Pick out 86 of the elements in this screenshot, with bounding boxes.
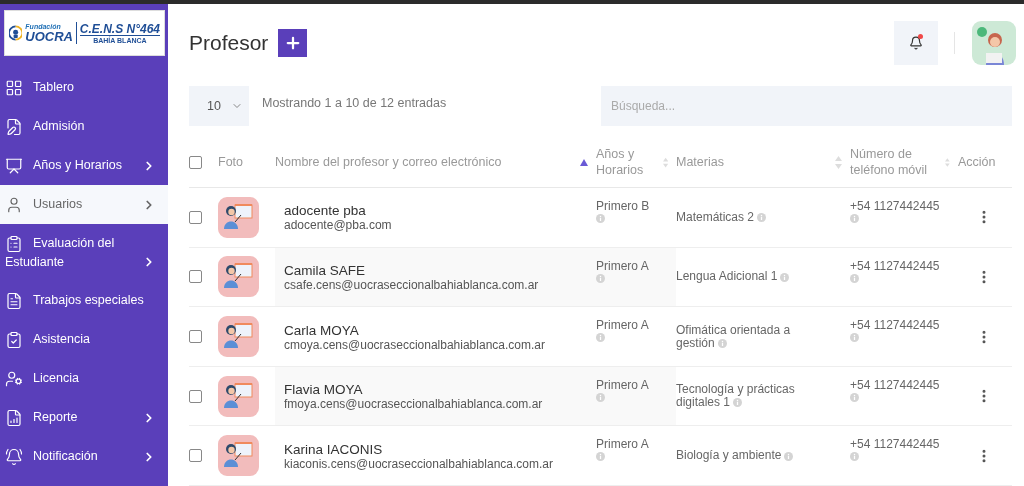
teacher-avatar xyxy=(218,256,259,298)
sidebar-item[interactable]: Licencia xyxy=(0,358,168,398)
table-cell: Primero B xyxy=(596,200,650,214)
teacher-avatar xyxy=(218,435,259,477)
info-icon[interactable] xyxy=(596,273,605,283)
user-avatar[interactable] xyxy=(972,21,1016,66)
table-cell: Primero A xyxy=(596,378,649,392)
sort-icon[interactable] xyxy=(662,155,668,169)
table-cell: +54 1127442445 xyxy=(850,259,940,273)
table-cell: +54 1127442445 xyxy=(850,438,940,452)
teacher-name: Camila SAFE xyxy=(284,261,367,279)
info-icon[interactable] xyxy=(850,273,859,283)
info-icon[interactable] xyxy=(596,392,605,402)
info-icon[interactable] xyxy=(596,214,605,224)
info-icon[interactable] xyxy=(717,338,727,348)
teacher-email: kiaconis.cens@uocraseccionalbahiablanca.com.ar xyxy=(284,457,553,471)
menu-icon xyxy=(5,234,23,253)
info-icon[interactable] xyxy=(596,333,605,343)
page-title: Profesor xyxy=(189,31,269,56)
menu-icon xyxy=(5,157,23,175)
menu-icon xyxy=(5,196,23,214)
sidebar-item[interactable]: Notificación xyxy=(0,436,168,476)
sidebar-item[interactable]: Trabajos especiales xyxy=(0,280,168,320)
row-checkbox[interactable] xyxy=(189,449,202,463)
info-icon[interactable] xyxy=(850,333,859,343)
info-icon[interactable] xyxy=(784,451,794,461)
add-button[interactable] xyxy=(278,29,308,58)
info-icon[interactable] xyxy=(596,452,605,462)
table-cell: Biología y ambiente xyxy=(676,449,794,463)
sort-icon[interactable] xyxy=(945,155,950,169)
select-all-checkbox[interactable] xyxy=(189,155,202,169)
row-checkbox[interactable] xyxy=(189,210,202,224)
search-field[interactable]: Búsqueda... xyxy=(601,86,1012,127)
teacher-name: Karina IACONIS xyxy=(284,440,384,458)
info-icon[interactable] xyxy=(850,452,859,462)
info-icon[interactable] xyxy=(850,392,859,402)
sidebar-item[interactable]: Tablero xyxy=(0,68,168,107)
table-cell: +54 1127442445 xyxy=(850,319,940,333)
table-cell-text: Tecnología y prácticas digitales 1 xyxy=(676,383,796,410)
menu-icon xyxy=(5,369,23,388)
sort-icon[interactable] xyxy=(835,155,842,169)
info-icon[interactable] xyxy=(733,398,743,408)
menu-icon xyxy=(5,330,23,349)
table-cell: Primero A xyxy=(596,259,649,273)
teacher-avatar xyxy=(218,196,259,238)
menu-icon xyxy=(5,447,23,466)
bell-icon xyxy=(909,36,923,51)
row-checkbox[interactable] xyxy=(189,270,202,284)
row-checkbox[interactable] xyxy=(189,330,202,344)
row-checkbox[interactable] xyxy=(189,389,202,403)
teacher-email: csafe.cens@uocraseccionalbahiablanca.com.ar xyxy=(284,278,539,292)
teacher-email: fmoya.cens@uocraseccionalbahiablanca.com.ar xyxy=(284,398,543,412)
table-cell: Lengua Adicional 1 xyxy=(676,270,790,284)
teacher-avatar xyxy=(218,375,259,417)
sort-ascending-icon[interactable] xyxy=(580,158,588,166)
info-icon[interactable] xyxy=(780,272,790,282)
sidebar-item[interactable]: Años y Horarios xyxy=(0,146,168,185)
sidebar-item[interactable]: Reporte xyxy=(0,397,168,437)
teacher-avatar xyxy=(218,316,259,358)
sidebar-item[interactable]: Asistencia xyxy=(0,319,168,359)
menu-icon xyxy=(5,79,23,97)
logo-emblem-icon xyxy=(9,24,23,42)
table-cell: +54 1127442445 xyxy=(850,200,940,214)
menu-icon xyxy=(5,408,23,427)
teacher-email: cmoya.cens@uocraseccionalbahiablanca.com.ar xyxy=(284,338,545,352)
table-cell: +54 1127442445 xyxy=(850,378,940,392)
menu-icon xyxy=(5,291,23,310)
menu-icon xyxy=(5,118,23,136)
sidebar-item[interactable]: Evaluación del Estudiante xyxy=(0,224,168,281)
sidebar-item[interactable]: Admisión xyxy=(0,107,168,146)
notification-button[interactable] xyxy=(894,21,938,66)
page-size-select[interactable]: 10 xyxy=(189,86,249,127)
teacher-name: Flavia MOYA xyxy=(284,381,364,399)
entries-info: Mostrando 1 a 10 de 12 entradas xyxy=(262,96,447,111)
teacher-email: adocente@pba.com xyxy=(284,219,392,233)
teacher-name: adocente pba xyxy=(284,202,367,220)
table-cell-text: Ofimática orientada a gestión xyxy=(676,323,792,350)
info-icon[interactable] xyxy=(757,213,767,223)
table-cell: Primero A xyxy=(596,438,649,452)
info-icon[interactable] xyxy=(850,214,859,224)
table-cell: Matemáticas 2 xyxy=(676,210,767,224)
teacher-name: Carla MOYA xyxy=(284,321,360,339)
table-cell: Primero A xyxy=(596,319,649,333)
sidebar-item[interactable]: Usuarios xyxy=(0,185,168,224)
logo-text: UOCRA xyxy=(25,30,73,43)
logo-text: C.E.N.S N°464 xyxy=(79,22,160,36)
